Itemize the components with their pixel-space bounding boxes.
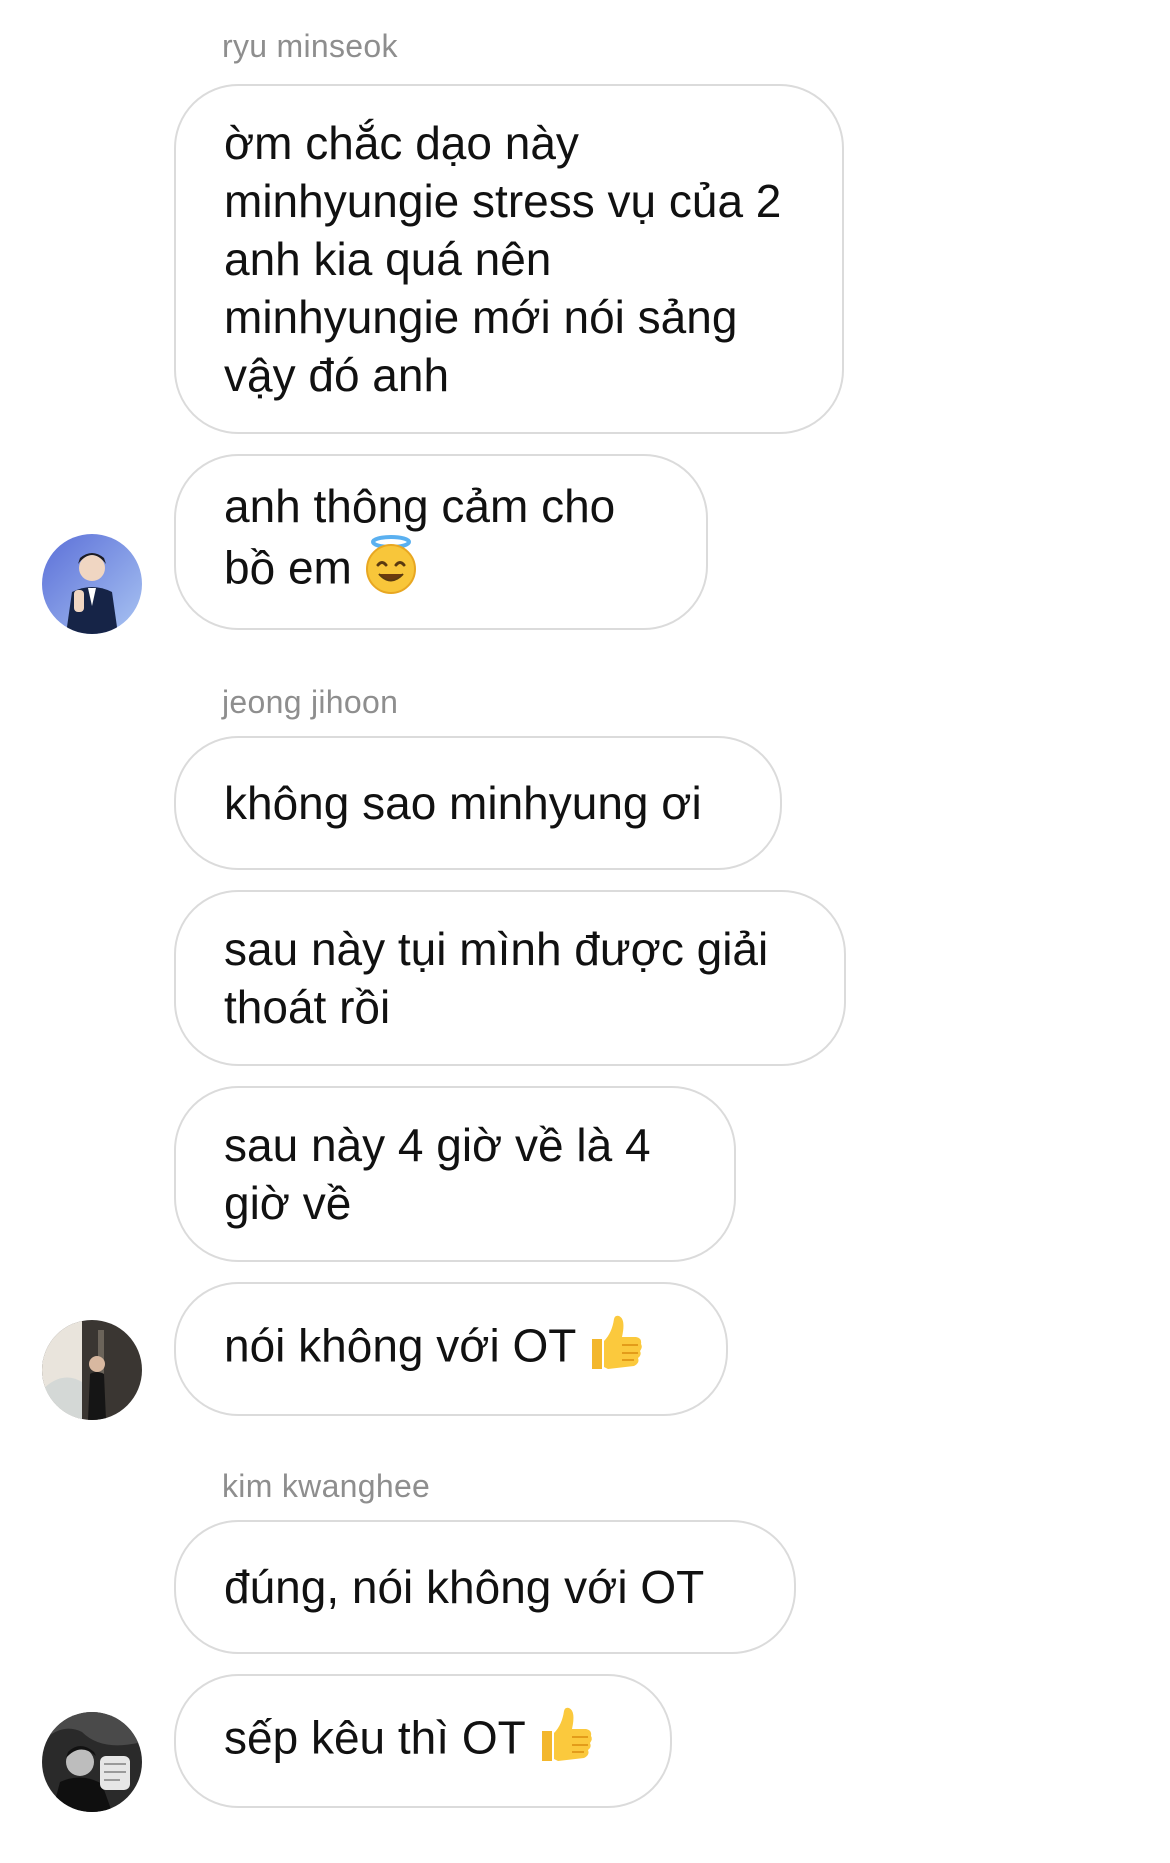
message-text: anh thông cảm cho bồ em [224, 477, 658, 608]
message-text: sếp kêu thì OT [224, 1705, 594, 1778]
avatar[interactable] [42, 1712, 142, 1812]
message-bubble[interactable]: ờm chắc dạo này minhyungie stress vụ của… [174, 84, 844, 434]
message-text: không sao minhyung ơi [224, 777, 702, 829]
message-bubble[interactable]: đúng, nói không với OT [174, 1520, 796, 1654]
thumbs-up-icon [586, 1313, 644, 1386]
smiling-face-with-halo-icon [362, 534, 420, 608]
sender-name: jeong jihoon [222, 684, 399, 720]
message-text: sau này tụi mình được giải thoát rồi [224, 923, 769, 1033]
message-bubble[interactable]: không sao minhyung ơi [174, 736, 782, 870]
message-text: ờm chắc dạo này minhyungie stress vụ của… [224, 117, 782, 401]
message-bubble[interactable]: nói không với OT [174, 1282, 728, 1416]
message-text-content: nói không với OT [224, 1319, 577, 1372]
message-text: đúng, nói không với OT [224, 1561, 705, 1613]
avatar[interactable] [42, 1320, 142, 1420]
message-bubble[interactable]: sếp kêu thì OT [174, 1674, 672, 1808]
message-text-content: sếp kêu thì OT [224, 1711, 526, 1764]
sender-name: kim kwanghee [222, 1468, 431, 1504]
sender-name: ryu minseok [222, 28, 398, 64]
avatar[interactable] [42, 534, 142, 634]
message-bubble[interactable]: sau này tụi mình được giải thoát rồi [174, 890, 846, 1066]
message-text: nói không với OT [224, 1313, 644, 1386]
thumbs-up-icon [536, 1705, 594, 1778]
message-text: sau này 4 giờ về là 4 giờ về [224, 1119, 651, 1229]
message-bubble[interactable]: sau này 4 giờ về là 4 giờ về [174, 1086, 736, 1262]
message-bubble[interactable]: anh thông cảm cho bồ em [174, 454, 708, 630]
